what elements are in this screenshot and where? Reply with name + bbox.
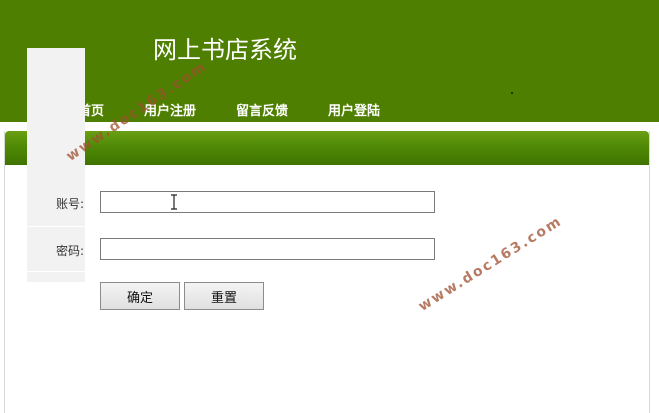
- password-input[interactable]: [100, 238, 435, 260]
- label-divider: [27, 226, 85, 227]
- main-nav: 网站首页 用户注册 留言反馈 用户登陆: [0, 100, 659, 120]
- reset-button[interactable]: 重置: [184, 282, 264, 310]
- label-divider: [27, 271, 85, 272]
- header-dot: [511, 92, 513, 94]
- label-divider: [27, 319, 85, 320]
- text-cursor-icon: [171, 194, 177, 210]
- nav-feedback[interactable]: 留言反馈: [236, 100, 288, 119]
- nav-login[interactable]: 用户登陆: [328, 100, 380, 119]
- account-input[interactable]: [100, 191, 435, 213]
- login-panel: [4, 131, 650, 413]
- site-title: 网上书店系统: [153, 36, 297, 64]
- page: 网上书店系统 网站首页 用户注册 留言反馈 用户登陆 账号: 密码: 确定 重置…: [0, 0, 659, 413]
- site-header: 网上书店系统 网站首页 用户注册 留言反馈 用户登陆: [0, 0, 659, 122]
- confirm-button[interactable]: 确定: [100, 282, 180, 310]
- account-label: 账号:: [55, 197, 84, 211]
- password-label: 密码:: [55, 244, 84, 258]
